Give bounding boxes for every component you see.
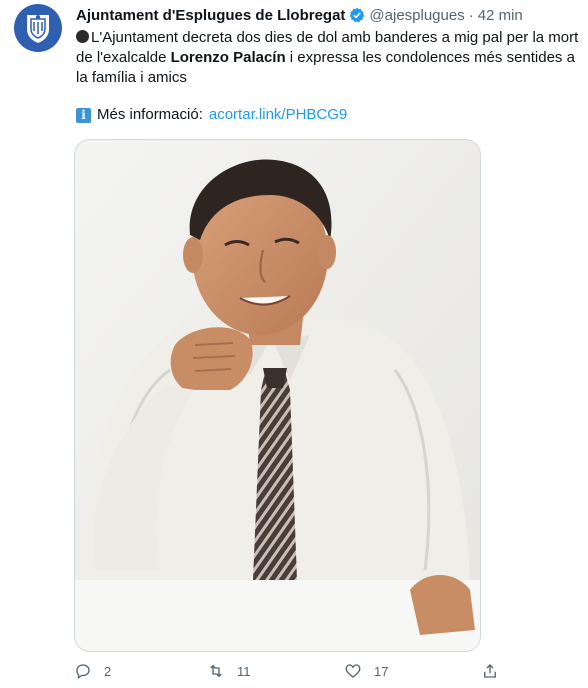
tweet-text-bold-name: Lorenzo Palacín bbox=[170, 49, 286, 66]
display-name[interactable]: Ajuntament d'Esplugues de Llobregat bbox=[76, 7, 345, 24]
verified-badge-icon bbox=[349, 7, 365, 23]
portrait-photo bbox=[75, 140, 480, 651]
separator-dot: · bbox=[468, 6, 474, 24]
tweet-text: L'Ajuntament decreta dos dies de dol amb… bbox=[76, 28, 581, 88]
retweet-icon bbox=[210, 664, 222, 678]
like-button[interactable]: 17 bbox=[344, 662, 388, 680]
more-info-link[interactable]: acortar.link/PHBCG9 bbox=[209, 105, 347, 125]
share-button[interactable] bbox=[481, 662, 499, 680]
more-info-label: Més informació: bbox=[97, 106, 203, 123]
black-circle-icon bbox=[76, 30, 89, 43]
like-icon bbox=[345, 664, 361, 678]
reply-button[interactable]: 2 bbox=[74, 662, 111, 680]
retweet-button[interactable]: 11 bbox=[207, 662, 251, 680]
more-info-line: i Més informació: acortar.link/PHBCG9 bbox=[76, 105, 347, 125]
like-count: 17 bbox=[374, 663, 389, 679]
reply-icon bbox=[76, 664, 90, 680]
tweet-photo[interactable] bbox=[74, 139, 481, 652]
timestamp[interactable]: 42 min bbox=[478, 7, 523, 24]
tweet-actions: 2 11 17 bbox=[74, 662, 504, 684]
info-icon: i bbox=[76, 107, 91, 123]
tweet-header: Ajuntament d'Esplugues de Llobregat @aje… bbox=[76, 5, 578, 25]
handle[interactable]: @ajesplugues bbox=[369, 7, 464, 24]
avatar[interactable] bbox=[14, 4, 62, 52]
reply-count: 2 bbox=[104, 663, 112, 679]
retweet-count: 11 bbox=[237, 663, 251, 679]
share-icon bbox=[484, 664, 496, 678]
seal-icon bbox=[27, 15, 49, 43]
